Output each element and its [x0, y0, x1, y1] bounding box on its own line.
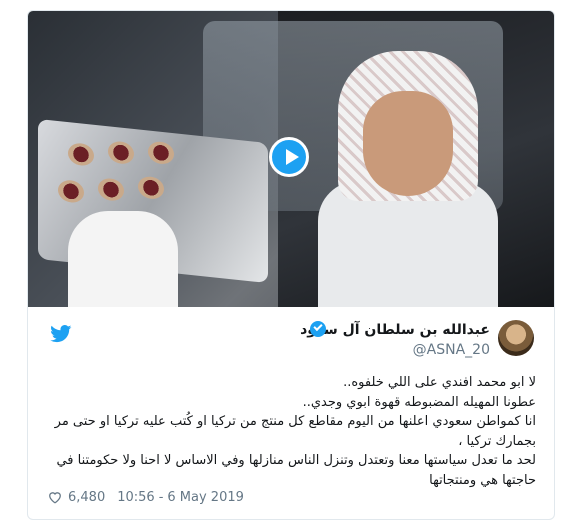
tweet-time[interactable]: 10:56 [117, 490, 154, 505]
chocolate [108, 140, 134, 166]
tweet-date[interactable]: 6 May 2019 [167, 490, 244, 505]
verified-badge-icon [310, 321, 326, 337]
tweet-line: لا ابو محمد افندي على اللي خلفوه.. [343, 375, 536, 390]
play-icon[interactable] [269, 137, 309, 177]
man-in-car [318, 51, 498, 307]
tweet-line: انا كمواطن سعودي اعلنها من اليوم مقاطع ك… [54, 414, 536, 429]
avatar[interactable] [498, 320, 534, 356]
chocolate [68, 142, 94, 167]
time-date-separator: - [158, 490, 164, 505]
heart-icon[interactable] [48, 491, 62, 504]
chocolate [148, 140, 174, 166]
author-name[interactable]: عبدالله بن سلطان آل سعود [300, 322, 490, 338]
tweet-line: عطونا المهيله المضبوطه قهوة ابوي وجدي.. [302, 394, 536, 410]
embedded-tweet-card: عبدالله بن سلطان آل سعود @ASNA_20 لا ابو… [27, 10, 555, 520]
video-thumbnail[interactable] [28, 11, 554, 307]
tweet-author[interactable]: عبدالله بن سلطان آل سعود @ASNA_20 [274, 320, 534, 364]
twitter-bird-icon[interactable] [50, 325, 72, 343]
chocolate [138, 175, 164, 201]
gloved-hand [68, 211, 178, 307]
tweet-meta: 6,480 10:56 - 6 May 2019 [48, 490, 256, 505]
chocolate [58, 179, 84, 204]
tweet-text: لا ابو محمد افندي على اللي خلفوه.. عطونا… [40, 373, 536, 490]
face [363, 91, 453, 196]
tweet-line: حاجتها هي ومنتجاتها [429, 472, 536, 488]
chocolate [98, 177, 124, 202]
tweet-line: لحد ما تعدل سياستها معنا وتعتدل وتنزل ال… [56, 453, 536, 468]
author-handle[interactable]: @ASNA_20 [413, 342, 490, 358]
tweet-line: بجمارك تركيا ، [458, 433, 536, 449]
like-count[interactable]: 6,480 [68, 490, 105, 505]
